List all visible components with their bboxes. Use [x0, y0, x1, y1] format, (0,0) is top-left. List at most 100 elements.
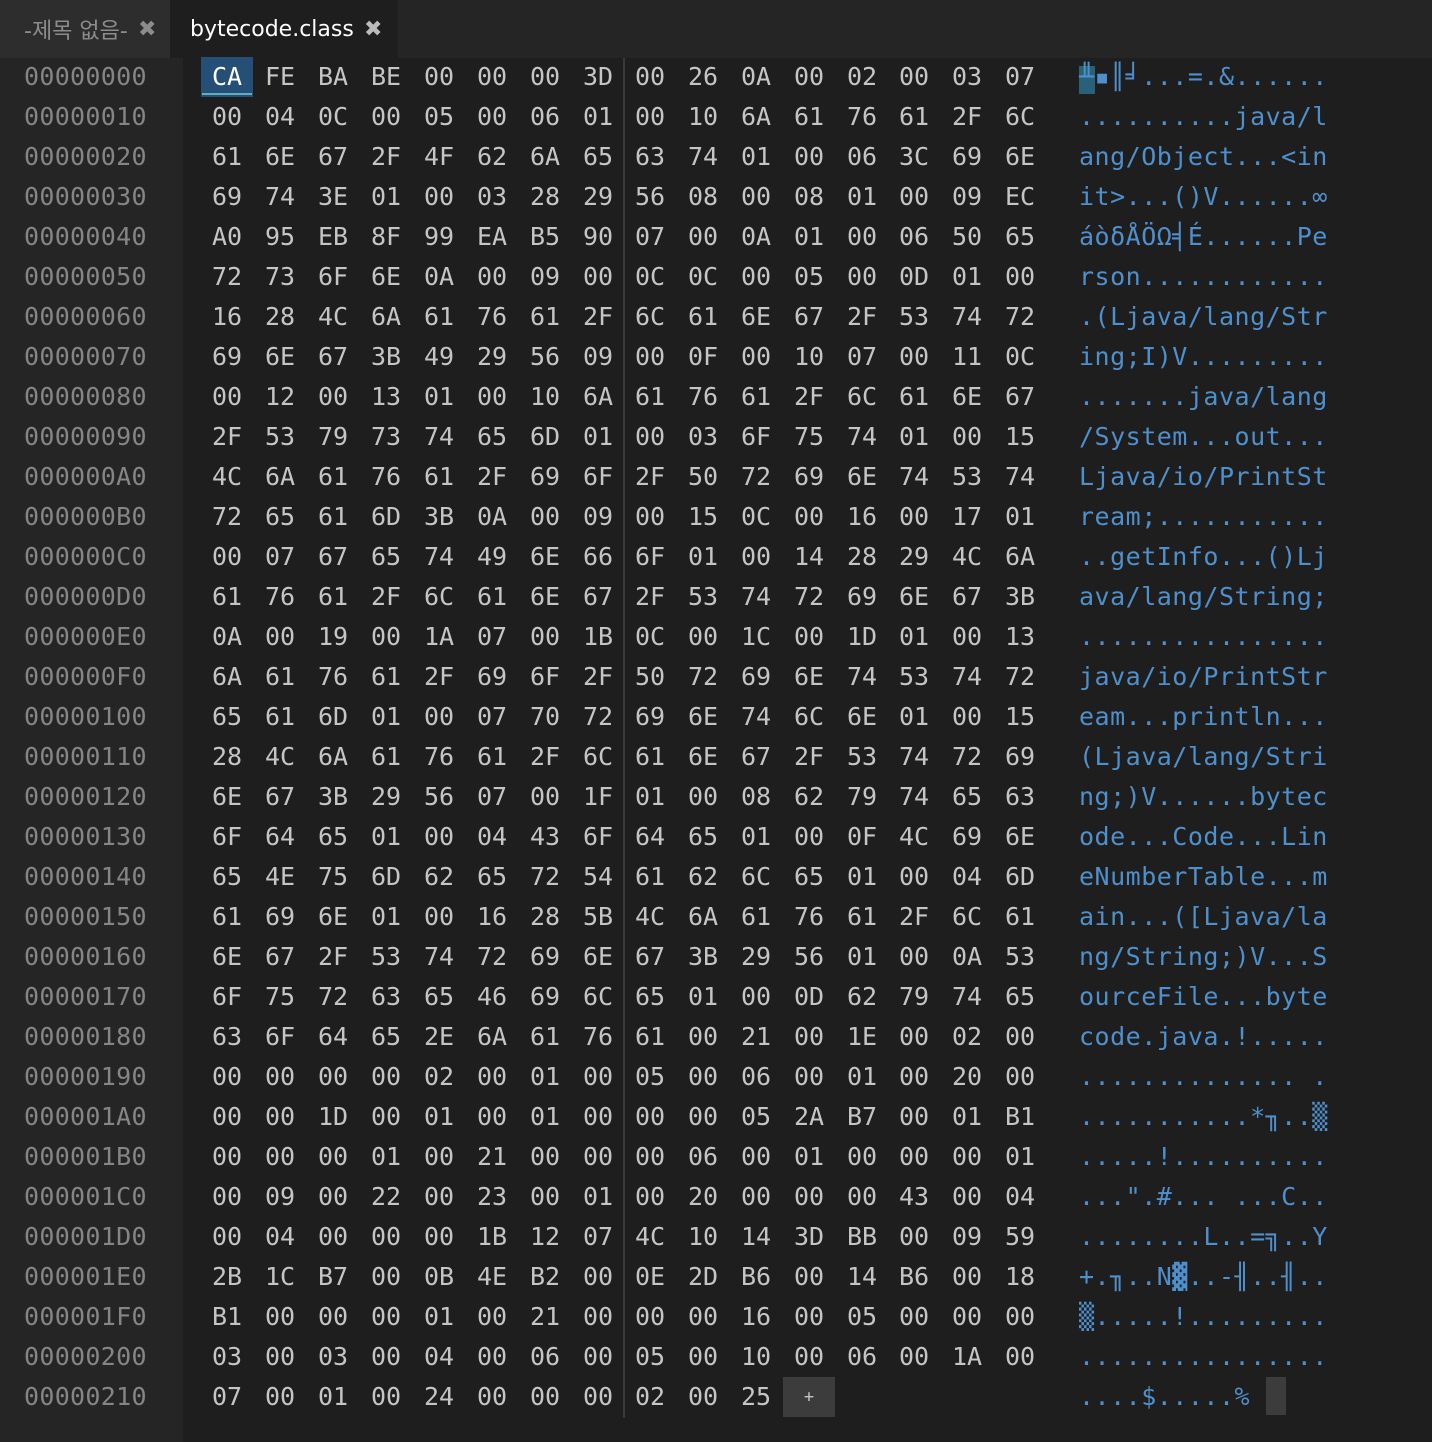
- hex-byte[interactable]: 00: [360, 1337, 412, 1377]
- ascii-text[interactable]: .......java/lang: [1079, 377, 1328, 417]
- hex-byte[interactable]: 2F: [360, 137, 412, 177]
- hex-byte[interactable]: B2: [519, 1257, 571, 1297]
- hex-byte[interactable]: 61: [730, 377, 782, 417]
- hex-byte[interactable]: 53: [994, 937, 1046, 977]
- hex-byte[interactable]: 3B: [413, 497, 465, 537]
- hex-byte[interactable]: 59: [994, 1217, 1046, 1257]
- hex-byte[interactable]: 72: [201, 257, 253, 297]
- hex-byte[interactable]: 28: [201, 737, 253, 777]
- hex-byte[interactable]: 74: [941, 657, 993, 697]
- hex-byte[interactable]: 61: [413, 297, 465, 337]
- hex-byte[interactable]: 2B: [201, 1257, 253, 1297]
- hex-byte[interactable]: 50: [941, 217, 993, 257]
- hex-byte[interactable]: 05: [836, 1297, 888, 1337]
- hex-byte[interactable]: 07: [836, 337, 888, 377]
- hex-byte[interactable]: 10: [783, 337, 835, 377]
- hex-byte[interactable]: 01: [572, 417, 624, 457]
- hex-byte[interactable]: 2F: [307, 937, 359, 977]
- hex-byte[interactable]: 69: [201, 177, 253, 217]
- hex-byte[interactable]: 0A: [730, 57, 782, 97]
- hex-byte[interactable]: 73: [360, 417, 412, 457]
- hex-byte[interactable]: 3E: [307, 177, 359, 217]
- hex-byte[interactable]: 79: [888, 977, 940, 1017]
- hex-byte[interactable]: 00: [254, 1337, 306, 1377]
- hex-byte[interactable]: 00: [466, 1097, 518, 1137]
- hex-byte[interactable]: 01: [888, 617, 940, 657]
- hex-byte[interactable]: 00: [836, 1177, 888, 1217]
- hex-byte[interactable]: FE: [254, 57, 306, 97]
- hex-byte[interactable]: 26: [677, 57, 729, 97]
- hex-byte[interactable]: 05: [624, 1337, 676, 1377]
- hex-byte[interactable]: 03: [466, 177, 518, 217]
- hex-byte[interactable]: 00: [888, 937, 940, 977]
- hex-byte[interactable]: 29: [360, 777, 412, 817]
- hex-byte[interactable]: 00: [360, 1057, 412, 1097]
- hex-byte[interactable]: 03: [201, 1337, 253, 1377]
- hex-byte[interactable]: 2F: [572, 657, 624, 697]
- hex-byte[interactable]: 29: [466, 337, 518, 377]
- hex-byte[interactable]: 6E: [994, 817, 1046, 857]
- hex-byte[interactable]: 6E: [888, 577, 940, 617]
- ascii-text[interactable]: .(Ljava/lang/Str: [1079, 297, 1328, 337]
- hex-byte[interactable]: BB: [836, 1217, 888, 1257]
- hex-byte[interactable]: 61: [994, 897, 1046, 937]
- hex-byte[interactable]: 72: [466, 937, 518, 977]
- hex-byte[interactable]: 00: [254, 1097, 306, 1137]
- hex-byte[interactable]: 00: [783, 497, 835, 537]
- hex-byte[interactable]: 65: [360, 1017, 412, 1057]
- hex-byte[interactable]: 74: [413, 937, 465, 977]
- hex-byte[interactable]: 00: [783, 1297, 835, 1337]
- hex-byte[interactable]: 01: [413, 1297, 465, 1337]
- hex-byte[interactable]: 2F: [624, 577, 676, 617]
- hex-byte[interactable]: 72: [677, 657, 729, 697]
- hex-byte[interactable]: 79: [307, 417, 359, 457]
- hex-byte[interactable]: 70: [519, 697, 571, 737]
- hex-byte[interactable]: 61: [254, 697, 306, 737]
- hex-byte[interactable]: 72: [307, 977, 359, 1017]
- hex-byte[interactable]: 10: [677, 97, 729, 137]
- hex-byte[interactable]: 0D: [888, 257, 940, 297]
- hex-byte[interactable]: 6E: [836, 457, 888, 497]
- hex-byte[interactable]: 76: [572, 1017, 624, 1057]
- hex-byte[interactable]: 02: [413, 1057, 465, 1097]
- hex-byte[interactable]: 74: [836, 417, 888, 457]
- hex-byte[interactable]: 67: [307, 337, 359, 377]
- hex-byte[interactable]: 4C: [307, 297, 359, 337]
- hex-byte[interactable]: 3D: [572, 57, 624, 97]
- hex-byte[interactable]: 61: [624, 1017, 676, 1057]
- hex-byte[interactable]: 00: [888, 1017, 940, 1057]
- hex-byte[interactable]: 00: [677, 217, 729, 257]
- hex-byte[interactable]: 14: [730, 1217, 782, 1257]
- ascii-text[interactable]: .....!..........: [1079, 1137, 1328, 1177]
- hex-byte[interactable]: 62: [836, 977, 888, 1017]
- hex-byte[interactable]: 2F: [888, 897, 940, 937]
- hex-byte[interactable]: 65: [413, 977, 465, 1017]
- hex-byte[interactable]: 07: [201, 1377, 253, 1417]
- hex-byte[interactable]: 6D: [519, 417, 571, 457]
- hex-byte[interactable]: 63: [360, 977, 412, 1017]
- hex-byte[interactable]: 6C: [783, 697, 835, 737]
- hex-byte[interactable]: 67: [307, 137, 359, 177]
- hex-byte[interactable]: 6E: [519, 577, 571, 617]
- hex-byte[interactable]: 00: [466, 1297, 518, 1337]
- hex-byte[interactable]: 65: [941, 777, 993, 817]
- hex-byte[interactable]: 29: [888, 537, 940, 577]
- hex-byte[interactable]: 6E: [254, 137, 306, 177]
- hex-byte[interactable]: 2F: [413, 657, 465, 697]
- hex-byte[interactable]: 2A: [783, 1097, 835, 1137]
- hex-byte[interactable]: 56: [413, 777, 465, 817]
- hex-byte[interactable]: 65: [624, 977, 676, 1017]
- hex-byte[interactable]: 6A: [677, 897, 729, 937]
- hex-byte[interactable]: 00: [624, 1097, 676, 1137]
- hex-byte[interactable]: 53: [360, 937, 412, 977]
- hex-byte[interactable]: 00: [783, 1057, 835, 1097]
- hex-byte[interactable]: 61: [836, 897, 888, 937]
- hex-byte[interactable]: 00: [624, 417, 676, 457]
- hex-byte[interactable]: 67: [307, 537, 359, 577]
- hex-byte[interactable]: 69: [624, 697, 676, 737]
- hex-byte[interactable]: 00: [466, 1337, 518, 1377]
- hex-byte[interactable]: 61: [888, 97, 940, 137]
- hex-byte[interactable]: 02: [836, 57, 888, 97]
- hex-byte[interactable]: 6A: [730, 97, 782, 137]
- hex-byte[interactable]: 00: [677, 1297, 729, 1337]
